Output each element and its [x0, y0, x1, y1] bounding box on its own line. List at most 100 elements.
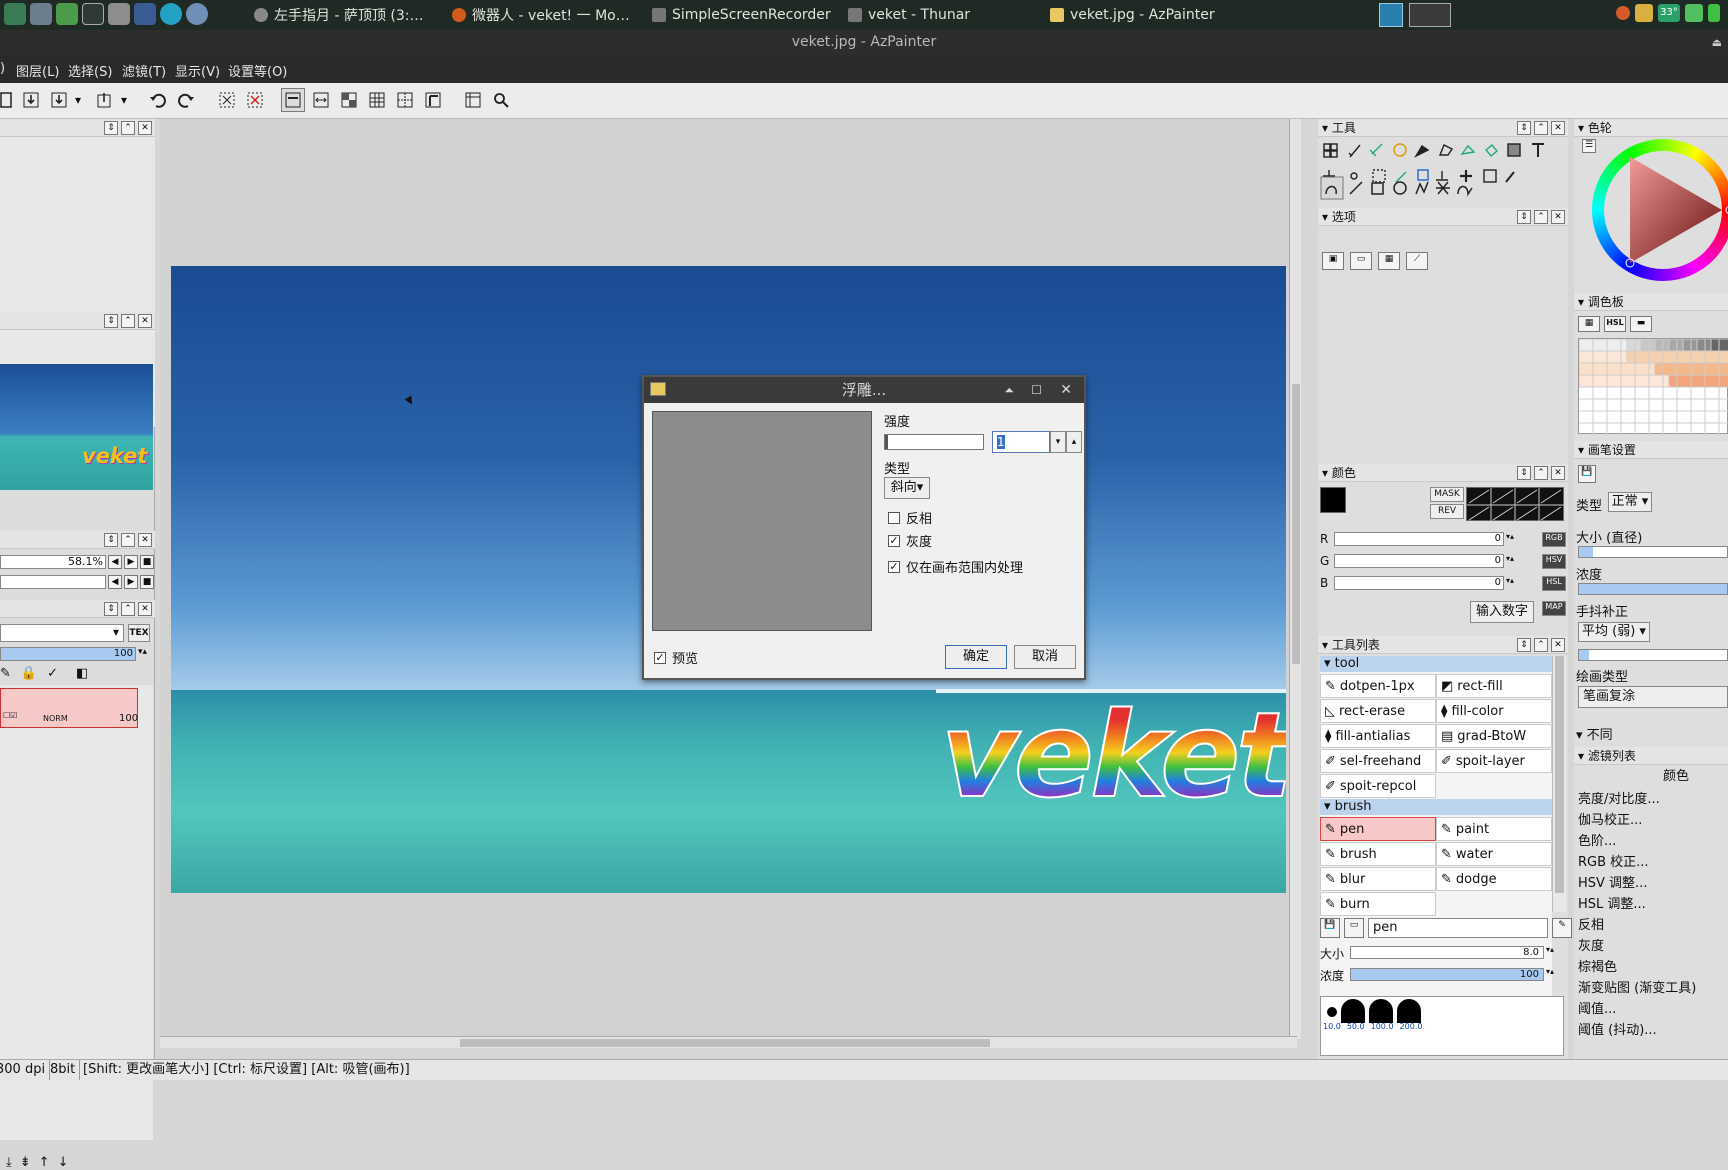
list-item[interactable]: ✎ dodge	[1436, 867, 1552, 891]
ok-button[interactable]: 确定	[945, 645, 1007, 669]
dropdown-icon[interactable]: ▾	[118, 88, 130, 112]
close-icon[interactable]: ✕	[138, 601, 152, 616]
palette-hsl-tab[interactable]: HSL	[1604, 316, 1626, 332]
move-down-icon[interactable]: ↓	[58, 1155, 69, 1170]
list-item[interactable]: ◺ rect-erase	[1320, 699, 1436, 723]
blend-mode-select[interactable]: ▾	[0, 624, 124, 642]
filter-item[interactable]: 亮度/对比度...	[1578, 789, 1728, 810]
navigator-thumbnail[interactable]: veket	[0, 364, 153, 490]
list-item[interactable]: ✎ dotpen-1px	[1320, 674, 1436, 698]
task-recorder[interactable]: SimpleScreenRecorder	[652, 0, 842, 30]
spin-icon[interactable]: ▾▴	[1506, 576, 1514, 585]
color-wheel[interactable]	[1584, 139, 1728, 283]
palette-grid[interactable]	[1578, 338, 1728, 435]
collapse-arrow-icon[interactable]: ▾	[1322, 121, 1328, 135]
filter-item[interactable]: 灰度	[1578, 936, 1728, 957]
collapse-icon[interactable]: ⌃	[1534, 637, 1548, 652]
reset-icon[interactable]: ■	[140, 555, 154, 569]
hsv-mode-button[interactable]: HSV	[1542, 554, 1566, 569]
collapse-arrow-icon[interactable]: ▾	[1322, 466, 1328, 480]
mask-button[interactable]: MASK	[1430, 487, 1464, 502]
list-item[interactable]: ✎ burn	[1320, 892, 1436, 916]
move-up-icon[interactable]: ↑	[39, 1155, 50, 1170]
scroll-thumb[interactable]	[460, 1039, 990, 1047]
preset-dot[interactable]	[1397, 999, 1421, 1023]
close-icon[interactable]: ✕	[1551, 209, 1565, 224]
toollist-scrollbar[interactable]	[1552, 656, 1566, 912]
undo-icon[interactable]	[146, 88, 170, 112]
stabilizer-slider[interactable]	[1578, 649, 1728, 661]
layer-row[interactable]: ☐☑ NORM 100	[0, 688, 138, 728]
resize-icon[interactable]: ⇕	[1517, 209, 1531, 224]
list-item-selected[interactable]: ✎ pen	[1320, 817, 1436, 841]
save-icon[interactable]	[19, 88, 43, 112]
clock-icon[interactable]	[160, 3, 182, 25]
list-item[interactable]: ✎ water	[1436, 842, 1552, 866]
wifi-icon[interactable]	[1685, 4, 1703, 22]
browser-icon[interactable]	[186, 3, 208, 25]
table-icon[interactable]	[461, 88, 485, 112]
preset-dot[interactable]	[1341, 999, 1365, 1023]
reset-icon[interactable]: ■	[140, 575, 154, 589]
list-item[interactable]: ▤ grad-BtoW	[1436, 724, 1552, 748]
collapse-icon[interactable]: ⌃	[121, 120, 135, 135]
invert-option[interactable]: 反相	[888, 508, 932, 527]
collapse-icon[interactable]: ⌃	[1534, 465, 1548, 480]
list-item[interactable]: ✎ blur	[1320, 867, 1436, 891]
spin-icon[interactable]: ▾▴	[1506, 532, 1514, 541]
prev-icon[interactable]: ◀	[108, 555, 122, 569]
cancel-button[interactable]: 取消	[1014, 645, 1076, 669]
scroll-thumb[interactable]	[1555, 656, 1564, 893]
tex-button[interactable]: TEX	[128, 624, 150, 642]
spin-icon[interactable]: ▾▴	[1506, 554, 1514, 563]
type-select[interactable]: 正常 ▾	[1608, 492, 1652, 512]
settings-icon[interactable]	[30, 3, 52, 25]
new-icon[interactable]	[0, 88, 18, 112]
list-item[interactable]: ✎ paint	[1436, 817, 1552, 841]
r-slider[interactable]: 0	[1334, 532, 1504, 546]
preset-dot[interactable]	[1369, 999, 1393, 1023]
list-item[interactable]: ✐ spoit-repcol	[1320, 774, 1436, 798]
combine-icon[interactable]: ⇟	[20, 1155, 31, 1170]
list-item[interactable]: ✐ spoit-layer	[1436, 749, 1552, 773]
list-item[interactable]: ⧫ fill-color	[1436, 699, 1552, 723]
invert-checkbox[interactable]	[888, 511, 900, 524]
layer-mask-icon[interactable]: ◧	[76, 666, 88, 681]
spin-up-icon[interactable]: ▴	[1066, 431, 1082, 453]
filter-item[interactable]: 阈值 (抖动)...	[1578, 1020, 1728, 1041]
spin-icon[interactable]: ▾▴	[1546, 967, 1554, 976]
filter-item[interactable]: 伽马校正...	[1578, 810, 1728, 831]
option-4-icon[interactable]: ⟋	[1406, 252, 1428, 270]
brush-name-field[interactable]: pen	[1368, 918, 1548, 938]
resize-icon[interactable]: ⇕	[104, 120, 118, 135]
layer-opacity-slider[interactable]: 100	[0, 647, 136, 661]
collapse-arrow-icon[interactable]: ▾	[1322, 210, 1328, 224]
filter-category[interactable]: 颜色	[1574, 767, 1728, 787]
zoom-icon[interactable]	[489, 88, 513, 112]
resize-icon[interactable]: ⇕	[1517, 120, 1531, 135]
resize-icon[interactable]: ⇕	[104, 601, 118, 616]
rev-button[interactable]: REV	[1430, 504, 1464, 519]
b-slider[interactable]: 0	[1334, 576, 1504, 590]
filter-item[interactable]: RGB 校正...	[1578, 852, 1728, 873]
list-item[interactable]: ⧫ fill-antialias	[1320, 724, 1436, 748]
app-icon[interactable]	[4, 3, 26, 25]
dialog-titlebar[interactable]: 浮雕... ⏶ ☐ ✕	[644, 377, 1084, 403]
menu-layer[interactable]: 图层(L)	[16, 61, 59, 80]
record-icon[interactable]	[1616, 6, 1630, 20]
menu-settings[interactable]: 设置等(O)	[228, 61, 287, 80]
next-icon[interactable]: ▶	[124, 555, 138, 569]
export-icon[interactable]	[92, 88, 116, 112]
list-item[interactable]: ✐ sel-freehand	[1320, 749, 1436, 773]
conc-slider[interactable]	[1578, 583, 1728, 595]
window-icon[interactable]: ▭	[1344, 918, 1364, 938]
filter-item[interactable]: 阈值...	[1578, 999, 1728, 1020]
collapse-icon[interactable]: ⌃	[1534, 209, 1548, 224]
collapse-icon[interactable]: ⌃	[121, 532, 135, 547]
size-slider[interactable]: 8.0	[1350, 946, 1544, 959]
brush-lock-icon[interactable]: ✎	[0, 666, 11, 681]
filter-item[interactable]: 渐变贴图 (渐变工具)	[1578, 978, 1728, 999]
map-button[interactable]: MAP	[1542, 601, 1566, 616]
resize-icon[interactable]: ⇕	[104, 532, 118, 547]
input-number-button[interactable]: 输入数字	[1470, 601, 1534, 623]
